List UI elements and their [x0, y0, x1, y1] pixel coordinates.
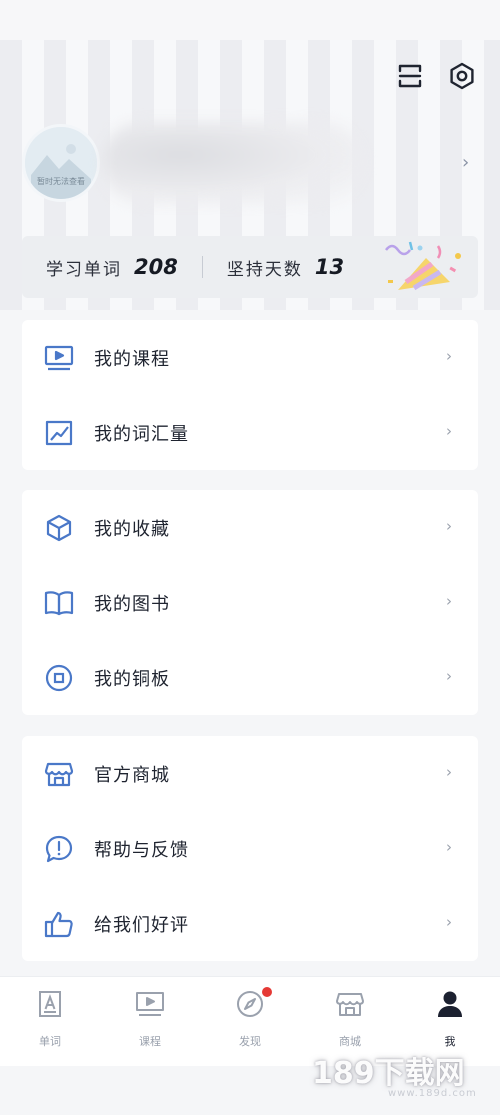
- menu-card-3: 官方商城 › 帮助与反馈 › 给我们好评 ›: [22, 736, 478, 961]
- chevron-right-icon: ›: [446, 517, 452, 535]
- video-lesson-icon: [135, 989, 165, 1019]
- stat-days-value: 13: [314, 255, 345, 279]
- coin-icon: [44, 663, 74, 693]
- menu-card-2: 我的收藏 › 我的图书 › 我的铜板 ›: [22, 490, 478, 715]
- menu-item-label: 给我们好评: [94, 914, 189, 936]
- compass-icon: [235, 989, 265, 1019]
- book-icon: [44, 588, 74, 618]
- chevron-right-icon: ›: [446, 913, 452, 931]
- menu-item-help-feedback[interactable]: 帮助与反馈 ›: [22, 811, 478, 886]
- menu-item-label: 我的图书: [94, 593, 170, 615]
- menu-item-my-coins[interactable]: 我的铜板 ›: [22, 640, 478, 715]
- chevron-right-icon: ›: [446, 347, 452, 365]
- video-lesson-icon: [44, 343, 74, 373]
- watermark-url: www.189d.com: [388, 1088, 477, 1099]
- tab-label: 我: [444, 1035, 456, 1048]
- person-icon: [435, 989, 465, 1019]
- menu-item-rate-us[interactable]: 给我们好评 ›: [22, 886, 478, 961]
- stat-words-value: 208: [134, 255, 178, 279]
- menu-item-label: 我的收藏: [94, 518, 170, 540]
- chevron-right-icon: ›: [446, 667, 452, 685]
- menu-card-1: 我的课程 › 我的词汇量 ›: [22, 320, 478, 470]
- profile-chevron-icon[interactable]: ›: [462, 152, 469, 173]
- chevron-right-icon: ›: [446, 763, 452, 781]
- store-icon: [335, 989, 365, 1019]
- menu-item-label: 我的铜板: [94, 668, 170, 690]
- party-popper-icon: [385, 241, 461, 291]
- scan-icon[interactable]: [392, 58, 428, 94]
- tab-label: 发现: [239, 1035, 261, 1048]
- word-card-icon: [35, 989, 65, 1019]
- tab-words[interactable]: 单词: [0, 977, 100, 1066]
- notification-dot: [262, 987, 272, 997]
- settings-icon[interactable]: [444, 58, 480, 94]
- avatar[interactable]: 暂时无法查看: [22, 124, 100, 202]
- stat-days-label: 坚持天数: [226, 259, 303, 280]
- chevron-right-icon: ›: [446, 592, 452, 610]
- menu-item-my-vocabulary[interactable]: 我的词汇量 ›: [22, 395, 478, 470]
- trend-chart-icon: [44, 418, 74, 448]
- tab-label: 单词: [39, 1035, 61, 1048]
- menu-item-my-courses[interactable]: 我的课程 ›: [22, 320, 478, 395]
- menu-item-label: 官方商城: [94, 764, 170, 786]
- stat-words-label: 学习单词: [46, 259, 122, 280]
- menu-item-label: 我的词汇量: [94, 423, 189, 445]
- avatar-caption: 暂时无法查看: [37, 177, 85, 186]
- cube-icon: [44, 513, 74, 543]
- thumbs-up-icon: [44, 909, 74, 939]
- watermark-text: 189下载网: [312, 1056, 465, 1091]
- stats-bar: 学习单词 208 坚持天数 13: [22, 236, 478, 298]
- tab-courses[interactable]: 课程: [100, 977, 200, 1066]
- menu-item-my-favorites[interactable]: 我的收藏 ›: [22, 490, 478, 565]
- tab-label: 商城: [339, 1035, 361, 1048]
- tab-discover[interactable]: 发现: [200, 977, 300, 1066]
- store-icon: [44, 759, 74, 789]
- chevron-right-icon: ›: [446, 838, 452, 856]
- image-placeholder-icon: [25, 127, 97, 199]
- tab-label: 课程: [139, 1035, 161, 1048]
- stat-days: 坚持天数 13: [203, 255, 344, 280]
- username-blurred[interactable]: [102, 122, 364, 204]
- feedback-icon: [44, 834, 74, 864]
- menu-item-label: 帮助与反馈: [94, 839, 189, 861]
- menu-item-official-store[interactable]: 官方商城 ›: [22, 736, 478, 811]
- menu-item-my-books[interactable]: 我的图书 ›: [22, 565, 478, 640]
- chevron-right-icon: ›: [446, 422, 452, 440]
- stat-words: 学习单词 208: [22, 255, 178, 280]
- menu-item-label: 我的课程: [94, 348, 170, 370]
